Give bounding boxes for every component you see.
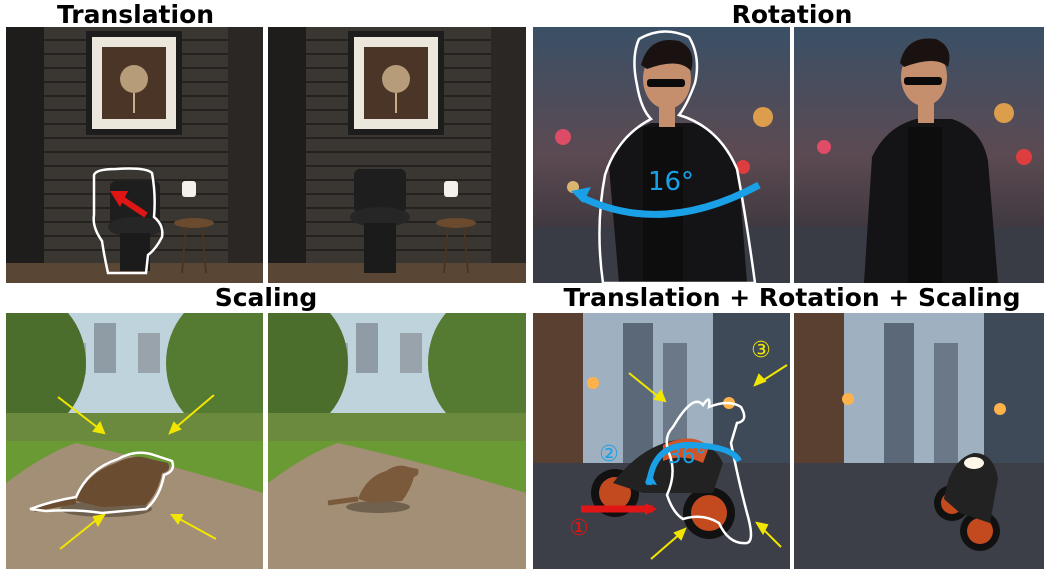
title-translation: Translation [56, 0, 215, 29]
combined-source-image: 36° ① ② ③ [533, 313, 790, 569]
rotation-source-image: 16° [533, 27, 790, 283]
scaling-source-image [6, 313, 263, 569]
title-combined: Translation + Rotation + Scaling [563, 283, 1021, 312]
combined-result-image [794, 313, 1044, 569]
translation-source-image [6, 27, 263, 283]
scaling-result-image [268, 313, 526, 569]
title-scaling: Scaling [214, 283, 318, 312]
title-rotation: Rotation [731, 0, 853, 29]
rotation-result-image [794, 27, 1044, 283]
translation-result-image [268, 27, 526, 283]
